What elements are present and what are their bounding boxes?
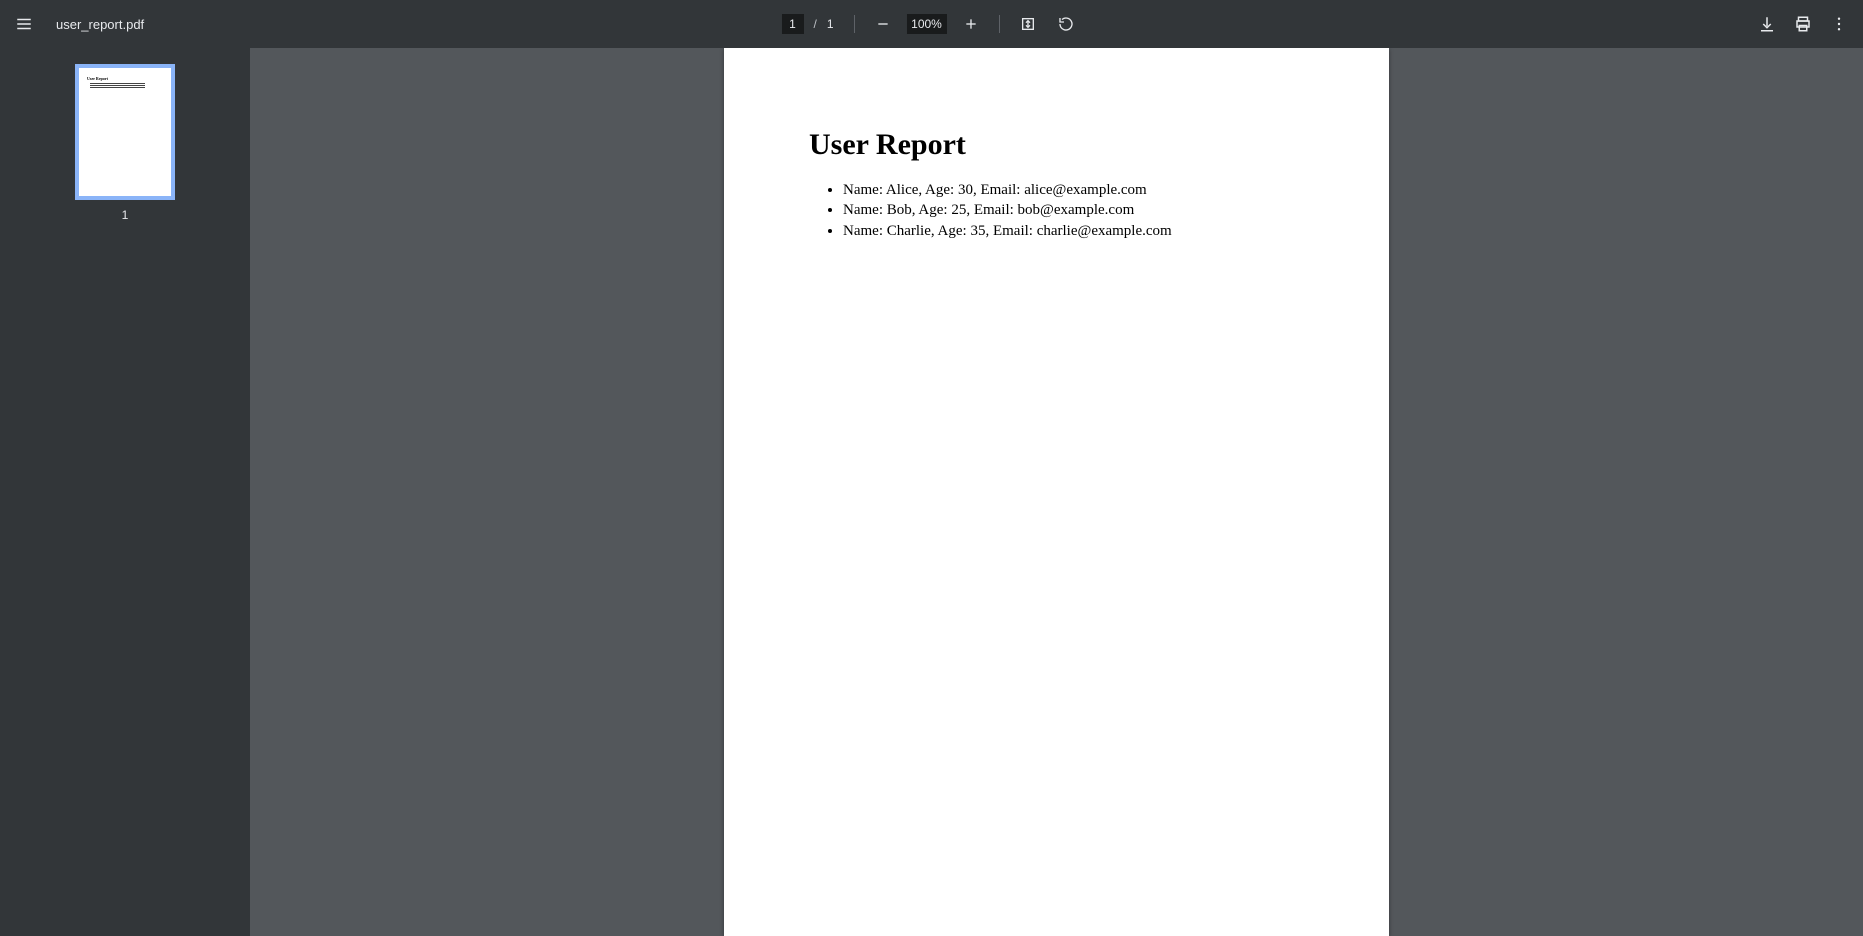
menu-button[interactable] (8, 8, 40, 40)
thumbnail-title-preview: User Report (87, 76, 163, 81)
thumbnail-item[interactable]: User Report 1 (75, 64, 175, 222)
toolbar-left: user_report.pdf (8, 8, 144, 40)
more-vertical-icon (1830, 15, 1848, 33)
fit-page-button[interactable] (1012, 8, 1044, 40)
rotate-button[interactable] (1050, 8, 1082, 40)
divider (999, 15, 1000, 33)
toolbar-center: / 1 100% (781, 8, 1081, 40)
fit-page-icon (1020, 16, 1036, 32)
zoom-out-button[interactable] (867, 8, 899, 40)
list-item: Name: Bob, Age: 25, Email: bob@example.c… (843, 200, 1304, 220)
page-viewer[interactable]: User Report Name: Alice, Age: 30, Email:… (250, 48, 1863, 936)
minus-icon (875, 16, 891, 32)
download-icon (1758, 15, 1776, 33)
download-button[interactable] (1751, 8, 1783, 40)
print-button[interactable] (1787, 8, 1819, 40)
print-icon (1794, 15, 1812, 33)
page-thumbnail[interactable]: User Report (75, 64, 175, 200)
hamburger-icon (15, 15, 33, 33)
thumbnail-number: 1 (122, 208, 129, 222)
toolbar: user_report.pdf / 1 100% (0, 0, 1863, 48)
file-name: user_report.pdf (56, 17, 144, 32)
document-list: Name: Alice, Age: 30, Email: alice@examp… (809, 180, 1304, 241)
pdf-page: User Report Name: Alice, Age: 30, Email:… (724, 48, 1389, 936)
document-title: User Report (809, 128, 1304, 162)
body: User Report 1 User Report Name: Alice, A… (0, 48, 1863, 936)
zoom-in-button[interactable] (955, 8, 987, 40)
zoom-level[interactable]: 100% (907, 14, 947, 34)
divider (854, 15, 855, 33)
toolbar-right (1751, 8, 1855, 40)
list-item: Name: Charlie, Age: 35, Email: charlie@e… (843, 221, 1304, 241)
more-button[interactable] (1823, 8, 1855, 40)
pdf-viewer-app: user_report.pdf / 1 100% (0, 0, 1863, 936)
thumbnail-lines-preview (87, 83, 163, 88)
page-total: 1 (827, 17, 834, 31)
list-item: Name: Alice, Age: 30, Email: alice@examp… (843, 180, 1304, 200)
thumbnail-sidebar[interactable]: User Report 1 (0, 48, 250, 936)
page-separator: / (813, 17, 816, 31)
plus-icon (963, 16, 979, 32)
rotate-icon (1058, 16, 1074, 32)
page-number-input[interactable] (781, 14, 803, 34)
